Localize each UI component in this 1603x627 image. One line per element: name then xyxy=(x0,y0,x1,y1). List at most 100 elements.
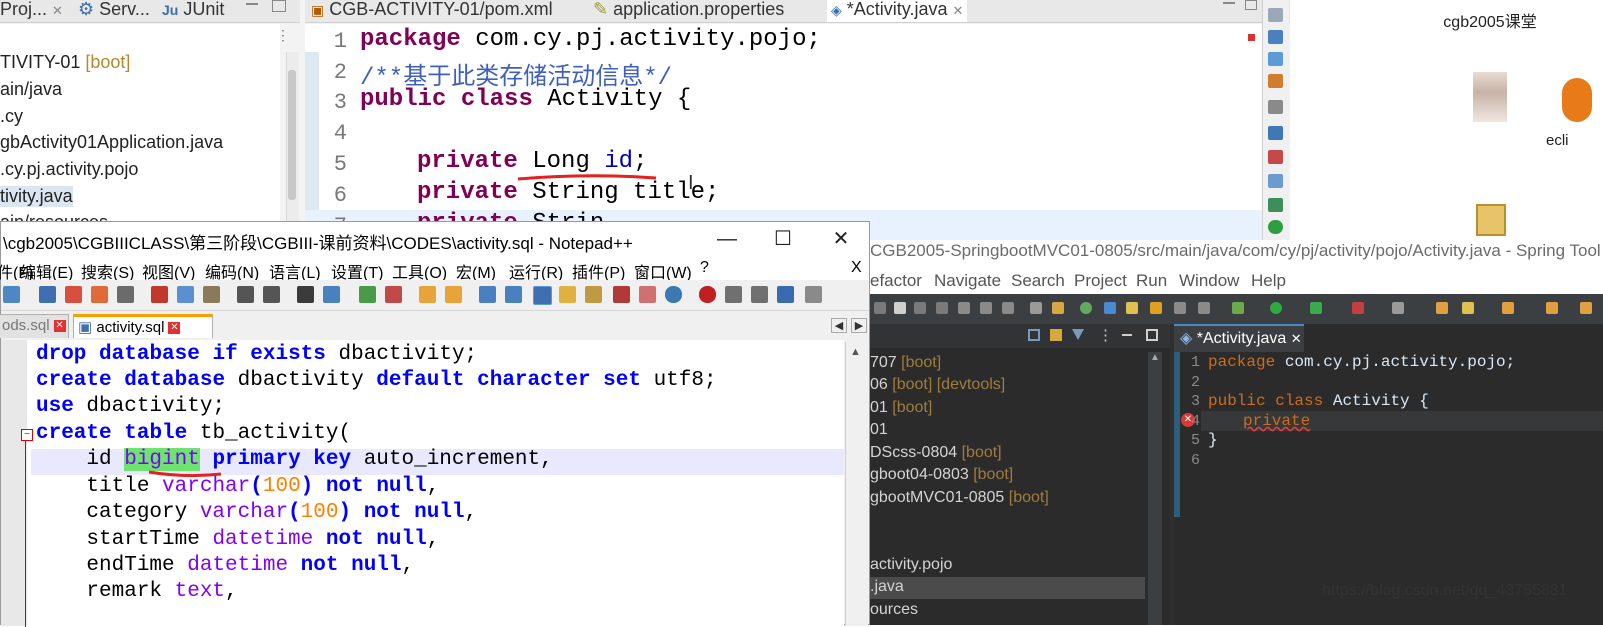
close-all-icon[interactable] xyxy=(91,286,108,303)
maximize-icon[interactable] xyxy=(1146,329,1158,341)
scroll-up-icon[interactable]: ▲ xyxy=(850,346,861,358)
eclipse-desktop-icon[interactable] xyxy=(1562,78,1592,122)
project-row[interactable]: 06 [boot] [devtools] xyxy=(870,376,1005,394)
project-row[interactable]: gboot04-0803 [boot] xyxy=(870,466,1013,484)
next-annotation-icon[interactable] xyxy=(1502,302,1514,314)
editor-minimize-icon[interactable] xyxy=(1223,2,1235,4)
zoom-out-icon[interactable] xyxy=(385,286,402,303)
spring-boot-icon[interactable] xyxy=(1080,302,1092,314)
tab-application-properties[interactable]: ✎ application.properties xyxy=(593,0,784,22)
servers-side-icon[interactable] xyxy=(1268,198,1283,212)
tree-item-src-main-java[interactable]: ain/java xyxy=(0,79,62,100)
tab-activity-java[interactable]: ◈ *Activity.java ✕ xyxy=(827,0,968,22)
menu-run[interactable]: Run xyxy=(1136,271,1167,291)
highlight-icon[interactable] xyxy=(1150,302,1162,314)
run-side-icon[interactable] xyxy=(1268,220,1283,234)
close-button[interactable]: ✕ xyxy=(827,226,855,252)
step-return-icon[interactable] xyxy=(1002,302,1014,314)
tab-close-icon[interactable]: ✕ xyxy=(168,322,181,335)
project-row[interactable]: 01 xyxy=(870,421,888,439)
resources-row[interactable]: ources xyxy=(870,601,918,619)
sync-vertical-icon[interactable] xyxy=(419,286,436,303)
javadoc-icon[interactable] xyxy=(1268,174,1283,188)
run-icon[interactable] xyxy=(1270,302,1282,314)
menu-help[interactable]: ? xyxy=(700,259,709,277)
outline-icon[interactable] xyxy=(1268,8,1283,22)
disconnect-icon[interactable] xyxy=(936,302,948,314)
use-step-filters-icon[interactable] xyxy=(1052,302,1064,314)
indent-guide-icon[interactable] xyxy=(533,286,552,305)
scroll-up-icon[interactable]: ▲ xyxy=(1150,352,1160,363)
undo-icon[interactable] xyxy=(237,286,254,303)
sql-scrollbar[interactable]: ▲ xyxy=(845,342,868,626)
show-all-chars-icon[interactable] xyxy=(505,286,522,303)
notepad-titlebar[interactable]: \cgb2005\CGBIIICLASS\第三阶段\CGBIII-课前资料\CO… xyxy=(1,222,869,256)
record-macro-icon[interactable] xyxy=(699,286,716,303)
tab-ods-sql[interactable]: ods.sql ✕ xyxy=(0,314,69,338)
menu-refactor[interactable]: efactor xyxy=(870,271,922,291)
console-icon[interactable] xyxy=(1268,100,1283,114)
variables-icon[interactable] xyxy=(1268,30,1283,44)
play-macro-icon[interactable] xyxy=(751,286,768,303)
menu-help[interactable]: Help xyxy=(1251,271,1286,291)
menu-project[interactable]: Project xyxy=(1074,271,1127,291)
block-selection-icon[interactable] xyxy=(1174,302,1186,314)
doc-map-icon[interactable] xyxy=(585,286,602,303)
close-document-button[interactable]: X xyxy=(851,259,862,277)
project-row[interactable]: 01 [boot] xyxy=(870,399,932,417)
file-row-activity-java[interactable]: .java xyxy=(870,578,904,596)
tree-item-activity-java[interactable]: tivity.java xyxy=(0,186,73,207)
maximize-icon[interactable] xyxy=(272,0,286,12)
project-row[interactable]: gbootMVC01-0805 [boot] xyxy=(870,489,1049,507)
find-icon[interactable] xyxy=(297,286,314,303)
back-icon[interactable] xyxy=(1580,302,1592,314)
minimize-button[interactable]: — xyxy=(713,226,741,252)
word-wrap-icon[interactable] xyxy=(479,286,496,303)
debug-icon[interactable] xyxy=(1268,74,1283,88)
edit-icon[interactable] xyxy=(1462,302,1474,314)
link-editor-icon[interactable] xyxy=(1050,329,1062,341)
sts-explorer-scrollbar[interactable]: ▲ xyxy=(1148,352,1162,625)
copy-icon[interactable] xyxy=(177,286,194,303)
package-row[interactable]: activity.pojo xyxy=(870,556,952,574)
run-external-icon[interactable] xyxy=(1310,302,1322,314)
menu-search[interactable]: Search xyxy=(1011,271,1065,291)
menu-navigate[interactable]: Navigate xyxy=(934,271,1001,291)
stop-icon[interactable] xyxy=(1352,302,1364,314)
tab-activity-sql[interactable]: ▣ activity.sql ✕ xyxy=(73,314,213,338)
save-icon[interactable] xyxy=(39,286,56,303)
desktop-icon-label[interactable]: cgb2005课堂 xyxy=(1440,8,1540,32)
new-file-icon[interactable] xyxy=(3,286,20,303)
tree-item-package-pojo[interactable]: .cy.pj.activity.pojo xyxy=(0,159,138,180)
tab-close-icon[interactable]: ✕ xyxy=(53,320,66,333)
sts-titlebar[interactable]: CGB2005-SpringbootMVC01-0805/src/main/ja… xyxy=(870,240,1603,268)
toggle-mark-icon[interactable] xyxy=(1126,302,1138,314)
tab-project-explorer[interactable]: Proj... ✕ xyxy=(0,0,63,22)
replace-icon[interactable] xyxy=(323,286,340,303)
close-icon[interactable] xyxy=(65,286,82,303)
tab-junit[interactable]: Ju JUnit xyxy=(162,0,224,22)
run-macro-multiple-icon[interactable] xyxy=(777,286,794,303)
tab-scroll-right-icon[interactable]: ▶ xyxy=(851,318,867,333)
print-icon[interactable] xyxy=(117,286,134,303)
project-row[interactable]: DScss-0804 [boot] xyxy=(870,444,1002,462)
tree-item-package-cy[interactable]: .cy xyxy=(0,106,23,127)
editor-maximize-icon[interactable] xyxy=(1245,0,1257,10)
whitespace-icon[interactable] xyxy=(1198,302,1210,314)
menu-window[interactable]: Window xyxy=(1179,271,1239,291)
step-into-icon[interactable] xyxy=(958,302,970,314)
tasks-icon[interactable] xyxy=(1268,126,1283,140)
minimize-icon[interactable] xyxy=(1122,334,1132,336)
function-list-icon[interactable] xyxy=(613,286,630,303)
cut-icon[interactable] xyxy=(151,286,168,303)
suspend-icon[interactable] xyxy=(894,302,906,314)
sync-horizontal-icon[interactable] xyxy=(445,286,462,303)
open-type-icon[interactable] xyxy=(1436,302,1448,314)
zoom-in-icon[interactable] xyxy=(359,286,376,303)
tree-item-application-java[interactable]: gbActivity01Application.java xyxy=(0,132,223,153)
project-row[interactable]: 707 [boot] xyxy=(870,354,941,372)
boot-dashboard-icon[interactable] xyxy=(1104,302,1116,314)
redo-icon[interactable] xyxy=(263,286,280,303)
debug-run-icon[interactable] xyxy=(1232,302,1244,314)
tab-servers[interactable]: ⚙ Serv... xyxy=(78,0,150,22)
